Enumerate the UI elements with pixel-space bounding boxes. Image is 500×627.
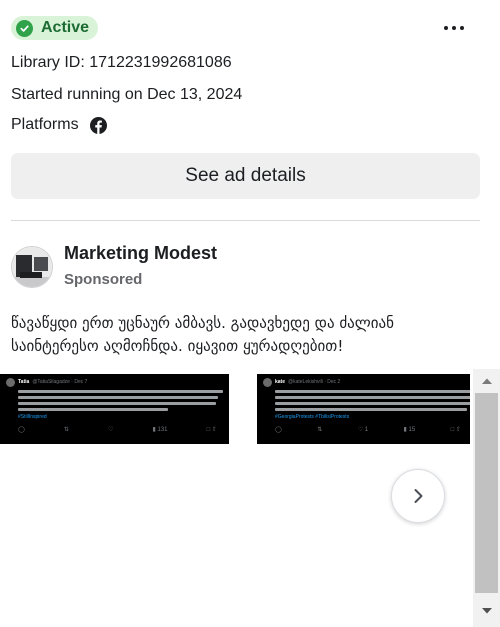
like-count: ♡ 1 (357, 427, 369, 433)
bookmark-icon: □ ⇧ (450, 427, 461, 433)
carousel-card[interactable]: Tatia @TatiaSilagadze · Dec 7 #StillInsp… (0, 374, 229, 444)
advertiser-name[interactable]: Marketing Modest (64, 243, 217, 264)
status-label: Active (41, 19, 90, 36)
reply-icon: ◯ (18, 427, 25, 433)
library-id: Library ID: 1712231992681086 (11, 54, 232, 71)
tweet-text-lines (275, 390, 470, 411)
tweet-hashtags: #StillInspired (18, 414, 47, 420)
carousel-card[interactable]: kate @kateLekishvili · Dec 2 #GeorgiaPro… (257, 374, 470, 444)
advertiser-avatar[interactable] (11, 246, 53, 288)
tweet-text-lines (18, 390, 223, 411)
tweet-actions: ◯ ⇅ ♡ ▮ 131 □ ⇧ (18, 427, 217, 434)
scroll-down-arrow-icon[interactable] (473, 599, 500, 623)
facebook-icon (89, 116, 107, 134)
chevron-right-icon (414, 489, 423, 503)
reply-icon: ◯ (275, 427, 282, 433)
ad-body-text: წავაწყდი ერთ უცნაურ ამბავს. გადავხედე და… (11, 314, 394, 355)
tweet-handle: @kateLekishvili · Dec 2 (288, 379, 341, 385)
tweet-handle: @TatiaSilagadze · Dec 7 (32, 379, 88, 385)
views-count: ▮ 131 (152, 427, 168, 433)
platforms-label: Platforms (11, 116, 79, 133)
divider (11, 220, 480, 221)
tweet-author: Tatia (18, 379, 30, 385)
more-options-icon[interactable] (441, 18, 467, 38)
tweet-hashtags: #GeorgiaProtests #TbilisiProtests (275, 414, 350, 420)
start-date: Started running on Dec 13, 2024 (11, 86, 243, 103)
platforms-row: Platforms (11, 116, 107, 134)
ad-carousel[interactable]: Tatia @TatiaSilagadze · Dec 7 #StillInsp… (0, 374, 470, 444)
status-badge: Active (11, 16, 98, 40)
sponsored-label: Sponsored (64, 271, 143, 288)
see-ad-details-button[interactable]: See ad details (11, 153, 480, 199)
views-count: ▮ 15 (403, 427, 416, 433)
repost-icon: ⇅ (317, 427, 323, 433)
like-icon: ♡ (108, 427, 114, 433)
tweet-actions: ◯ ⇅ ♡ 1 ▮ 15 □ ⇧ (275, 427, 461, 434)
check-circle-icon (16, 19, 33, 37)
scrollbar-thumb[interactable] (475, 393, 498, 593)
repost-icon: ⇅ (63, 427, 69, 433)
vertical-scrollbar[interactable] (473, 369, 500, 627)
tweet-author: kate (275, 379, 286, 385)
bookmark-icon: □ ⇧ (206, 427, 217, 433)
tweet-avatar (6, 378, 15, 387)
scroll-up-arrow-icon[interactable] (473, 369, 500, 393)
carousel-next-button[interactable] (391, 469, 445, 523)
tweet-avatar (263, 378, 272, 387)
